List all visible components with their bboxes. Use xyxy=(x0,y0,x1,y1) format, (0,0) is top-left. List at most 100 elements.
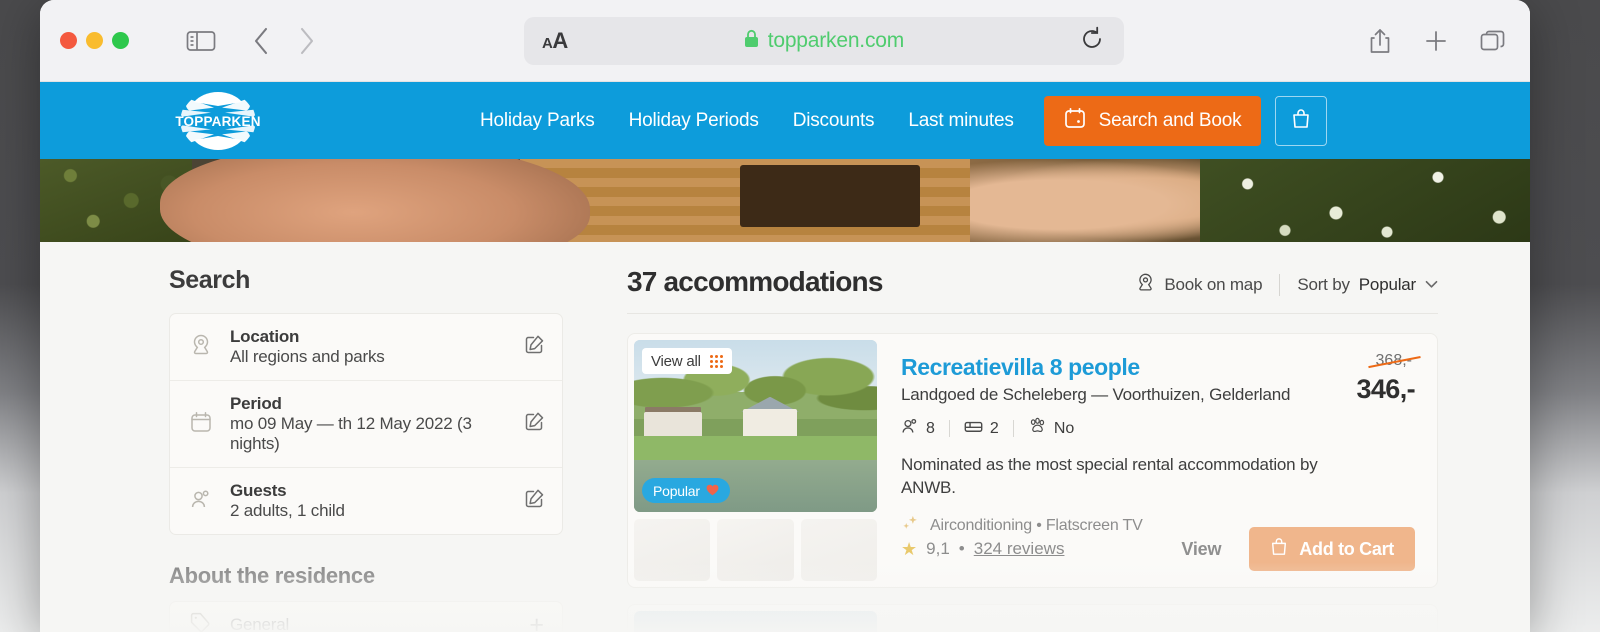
svg-text:TOPPARKEN: TOPPARKEN xyxy=(175,114,260,129)
card-details: Recreatievilla 8 people Landgoed de Sche… xyxy=(877,340,1431,581)
thumbnail-2[interactable] xyxy=(717,519,794,581)
results-count: 37 accommodations xyxy=(627,266,883,297)
sidebar-title: Search xyxy=(169,266,250,294)
text-size-icon[interactable]: AA xyxy=(542,28,568,54)
spec-guests: 8 xyxy=(901,417,935,440)
spec-guests-value: 8 xyxy=(926,419,935,437)
accommodation-card[interactable]: View all Popular Recreatievilla 8 people… xyxy=(627,333,1438,588)
price-current: 346,- xyxy=(1356,374,1415,404)
card-rating: ★ 9,1 • 324 reviews xyxy=(901,539,1064,560)
spec-bedrooms-value: 2 xyxy=(989,419,999,437)
star-icon: ★ xyxy=(901,538,918,559)
sort-by-dropdown[interactable]: Sort by Popular xyxy=(1297,275,1438,295)
nav-item-holiday-periods[interactable]: Holiday Periods xyxy=(629,110,759,132)
nav-item-discounts[interactable]: Discounts xyxy=(793,110,875,132)
search-row-location-text: Location All regions and parks xyxy=(230,327,509,367)
edit-icon[interactable] xyxy=(525,335,544,359)
nav-item-last-minutes[interactable]: Last minutes xyxy=(908,110,1014,132)
cart-button[interactable] xyxy=(1275,95,1328,146)
book-on-map-button[interactable]: Book on map xyxy=(1136,272,1263,298)
lock-icon xyxy=(744,29,759,53)
site-header: TOPPARKEN Holiday Parks Holiday Periods … xyxy=(40,82,1530,159)
reload-icon[interactable] xyxy=(1080,26,1104,57)
minimize-window-button[interactable] xyxy=(86,32,103,49)
search-criteria-card: Location All regions and parks Period mo… xyxy=(169,313,563,535)
search-row-period-value: mo 09 May — th 12 May 2022 (3 nights) xyxy=(230,414,472,453)
tag-icon xyxy=(190,612,214,632)
address-bar[interactable]: AA topparken.com xyxy=(524,17,1124,65)
card-next-photo xyxy=(634,611,877,632)
chevron-left-icon[interactable] xyxy=(252,26,270,56)
plus-icon[interactable] xyxy=(1424,29,1448,53)
spec-divider xyxy=(948,420,950,437)
grid-dots-icon xyxy=(709,354,723,368)
browser-toolbar: AA topparken.com xyxy=(40,0,1530,82)
search-row-guests[interactable]: Guests 2 adults, 1 child xyxy=(170,468,562,534)
edit-icon[interactable] xyxy=(525,412,544,436)
facet-general[interactable]: General + xyxy=(169,601,563,632)
card-thumbnails xyxy=(634,519,877,581)
share-icon[interactable] xyxy=(1368,28,1392,55)
chevron-down-icon[interactable] xyxy=(1425,278,1438,292)
text-size-large: A xyxy=(552,28,568,53)
maximize-window-button[interactable] xyxy=(112,32,129,49)
spec-bedrooms: 2 xyxy=(964,418,999,440)
tabs-icon[interactable] xyxy=(1480,29,1506,53)
add-to-cart-label: Add to Cart xyxy=(1299,538,1394,559)
card-title[interactable]: Recreatievilla 8 people xyxy=(901,354,1431,381)
sidebar-icon[interactable] xyxy=(186,29,216,53)
search-sidebar: Search Location All regions and parks Pe… xyxy=(169,242,563,632)
window-controls xyxy=(60,32,129,49)
chevron-right-icon[interactable] xyxy=(298,26,316,56)
sort-by-value: Popular xyxy=(1358,275,1416,294)
main-navigation: Holiday Parks Holiday Periods Discounts … xyxy=(480,110,1014,132)
plus-icon[interactable]: + xyxy=(529,612,544,632)
close-window-button[interactable] xyxy=(60,32,77,49)
card-main-photo[interactable]: View all Popular xyxy=(634,340,877,512)
rating-reviews-link[interactable]: 324 reviews xyxy=(974,539,1065,559)
card-location: Landgoed de Scheleberg — Voorthuizen, Ge… xyxy=(901,385,1291,404)
card-gallery: View all Popular xyxy=(634,340,877,581)
search-row-location-label: Location xyxy=(230,327,300,346)
search-row-period[interactable]: Period mo 09 May — th 12 May 2022 (3 nig… xyxy=(170,381,562,468)
spec-pets-value: No xyxy=(1053,419,1075,437)
thumbnail-3[interactable] xyxy=(800,519,877,581)
nav-item-holiday-parks[interactable]: Holiday Parks xyxy=(480,110,595,132)
tools-divider xyxy=(1279,274,1281,296)
view-all-button[interactable]: View all xyxy=(642,348,732,374)
edit-icon[interactable] xyxy=(525,489,544,513)
accommodation-card-next[interactable] xyxy=(627,604,1438,632)
search-row-location[interactable]: Location All regions and parks xyxy=(170,314,562,381)
bag-icon xyxy=(1291,108,1311,133)
card-price: 368,- 346,- xyxy=(1356,352,1415,405)
view-button[interactable]: View xyxy=(1181,539,1221,560)
paw-icon xyxy=(1028,417,1047,440)
bed-icon xyxy=(964,418,983,440)
search-and-book-label: Search and Book xyxy=(1098,109,1242,131)
view-all-label: View all xyxy=(651,352,701,370)
location-pin-icon xyxy=(190,333,214,362)
spec-divider xyxy=(1012,420,1014,437)
rating-score: 9,1 xyxy=(926,539,950,558)
calendar-icon xyxy=(1064,107,1086,135)
facets-title: About the residence xyxy=(169,563,375,588)
heart-icon xyxy=(706,483,719,499)
url-display[interactable]: topparken.com xyxy=(568,29,1080,53)
bag-icon xyxy=(1270,537,1288,562)
url-text: topparken.com xyxy=(767,29,905,52)
search-row-guests-label: Guests xyxy=(230,481,287,500)
guests-icon xyxy=(901,417,919,440)
topparken-logo[interactable]: TOPPARKEN xyxy=(169,88,267,154)
calendar-icon xyxy=(190,411,214,438)
card-footer: ★ 9,1 • 324 reviews View Add to Cart xyxy=(901,527,1415,571)
add-to-cart-button[interactable]: Add to Cart xyxy=(1249,527,1415,571)
sort-by-label: Sort by xyxy=(1297,275,1350,294)
text-size-small: A xyxy=(542,35,553,52)
page-content: Search Location All regions and parks Pe… xyxy=(40,242,1530,632)
browser-window: AA topparken.com TOPPARKEN Holiday Parks… xyxy=(40,0,1530,632)
search-row-guests-value: 2 adults, 1 child xyxy=(230,501,345,520)
search-and-book-button[interactable]: Search and Book xyxy=(1043,95,1262,146)
search-row-period-text: Period mo 09 May — th 12 May 2022 (3 nig… xyxy=(230,394,509,454)
rating-separator: • xyxy=(958,539,965,558)
thumbnail-1[interactable] xyxy=(634,519,711,581)
